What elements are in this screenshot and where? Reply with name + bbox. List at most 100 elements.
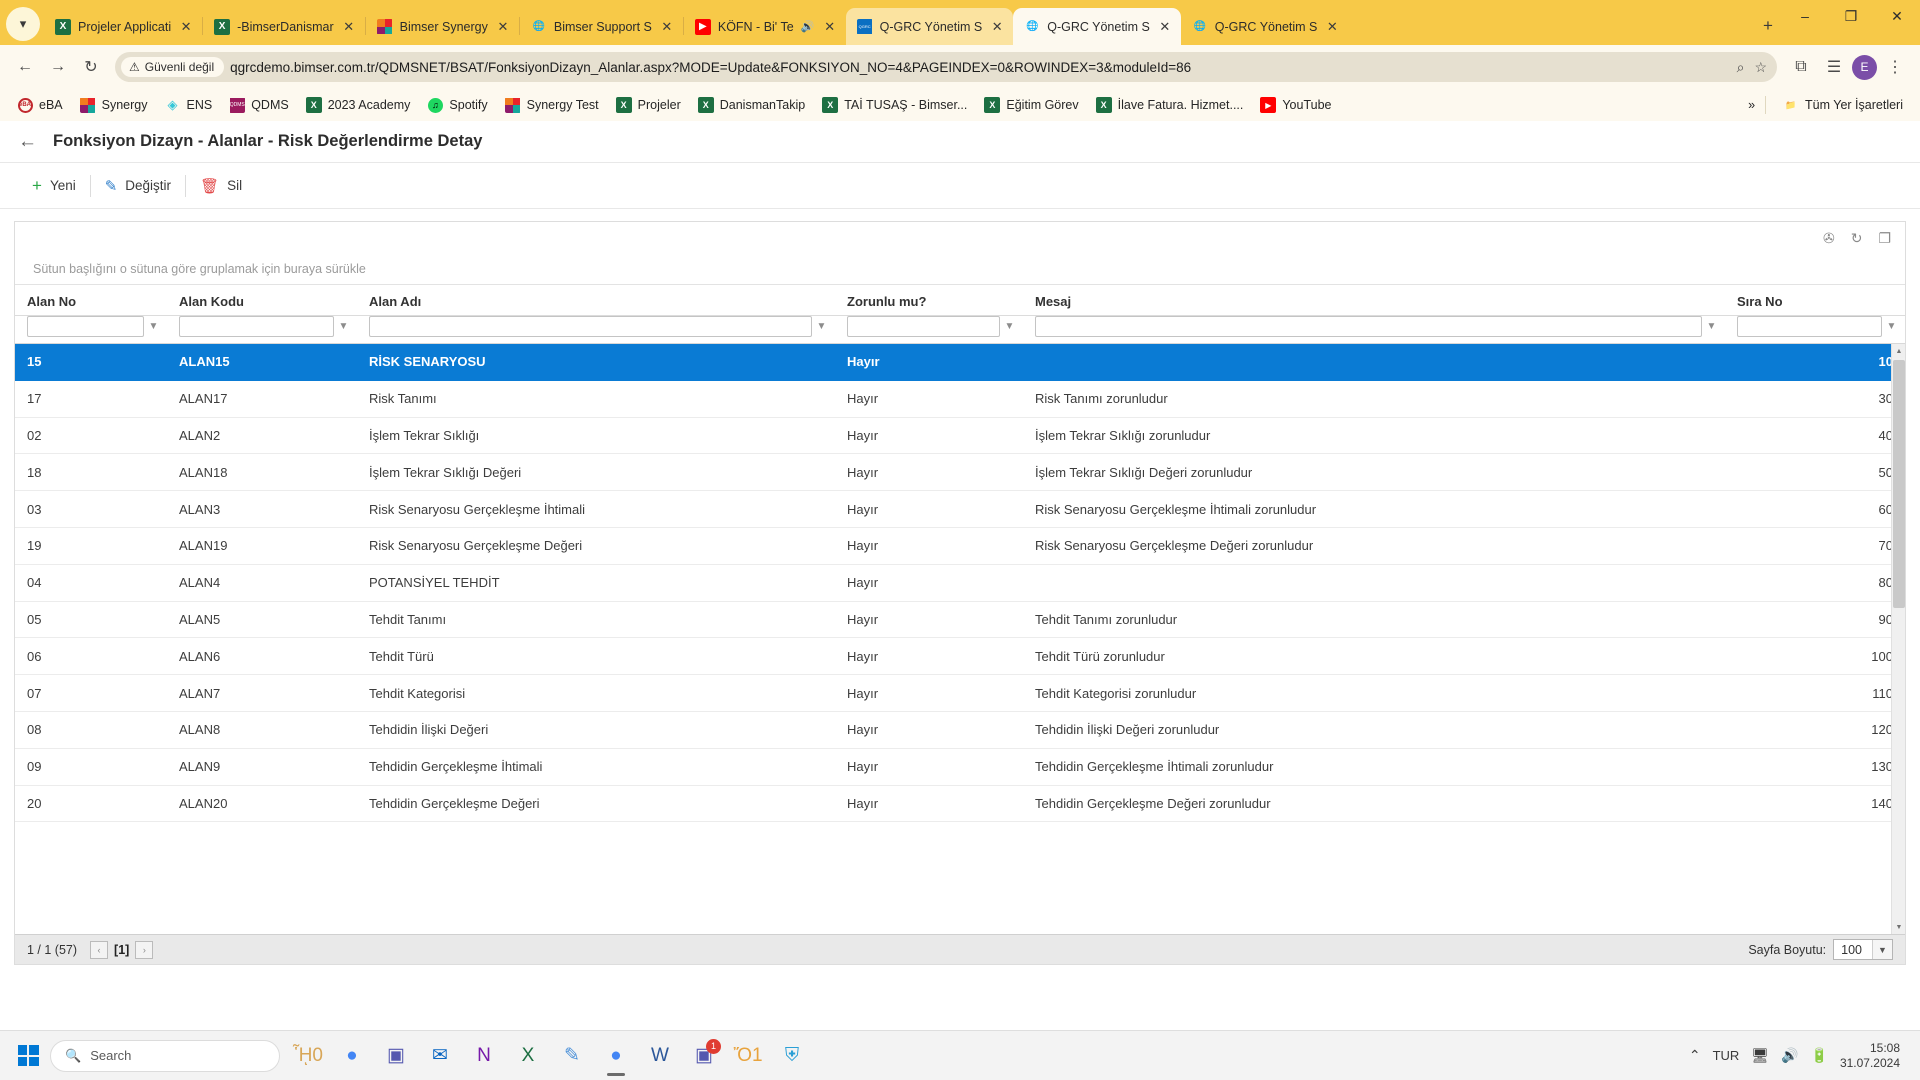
- profile-avatar[interactable]: E: [1852, 54, 1877, 80]
- bookmark-item[interactable]: Synergy: [73, 94, 155, 116]
- tab-close-icon[interactable]: ✕: [1324, 19, 1340, 35]
- bookmark-item[interactable]: X TAİ TUSAŞ - Bimser...: [815, 94, 974, 116]
- column-header-sira_no[interactable]: Sıra No: [1725, 285, 1905, 315]
- table-row[interactable]: 02 ALAN2 İşlem Tekrar Sıklığı Hayır İşlem Te…: [15, 418, 1905, 455]
- bookmark-item[interactable]: Synergy Test: [498, 94, 606, 116]
- browser-tab[interactable]: 🌐 Q-GRC Yönetim S ✕: [1013, 8, 1181, 45]
- bookmark-item[interactable]: X Eğitim Görev: [977, 94, 1085, 116]
- delete-button[interactable]: 🗑 Sil: [186, 172, 256, 200]
- browser-tab[interactable]: ▶ KÖFN - Bi' Te 🔊 ✕: [684, 8, 846, 45]
- table-row[interactable]: 09 ALAN9 Tehdidin Gerçekleşme İhtimali Hayı…: [15, 749, 1905, 786]
- tab-search-chevron-down-icon[interactable]: ▾: [6, 7, 40, 41]
- zoom-icon[interactable]: ⌕: [1737, 59, 1745, 76]
- filter-input-alan_kodu[interactable]: [179, 316, 334, 337]
- filter-input-mesaj[interactable]: [1035, 316, 1702, 337]
- chrome-icon[interactable]: ●: [330, 1034, 374, 1078]
- column-header-alan_kodu[interactable]: Alan Kodu: [167, 285, 357, 315]
- bookmark-item[interactable]: eBA eBA: [10, 94, 70, 116]
- teams-icon[interactable]: ▣: [374, 1034, 418, 1078]
- clear-filter-icon[interactable]: ✇: [1823, 230, 1835, 247]
- filter-input-zorunlu[interactable]: [847, 316, 1000, 337]
- table-row[interactable]: 17 ALAN17 Risk Tanımı Hayır Risk Tanımı zoru…: [15, 381, 1905, 418]
- tray-expand-chevron-icon[interactable]: ⌃: [1689, 1047, 1701, 1064]
- filter-dropdown-icon[interactable]: ▼: [338, 321, 349, 332]
- bookmark-item[interactable]: X 2023 Academy: [299, 94, 418, 116]
- bookmark-item[interactable]: QDMS QDMS: [222, 94, 296, 116]
- arrow-left-icon[interactable]: ←: [18, 131, 37, 153]
- site-security-badge[interactable]: ⚠ Güvenli değil: [121, 57, 225, 77]
- scroll-down-arrow-icon[interactable]: ▼: [1892, 920, 1905, 934]
- bookmark-star-icon[interactable]: ☆: [1754, 59, 1767, 76]
- forward-navigation-icon[interactable]: →: [43, 52, 73, 82]
- table-row[interactable]: 18 ALAN18 İşlem Tekrar Sıklığı Değeri Hayır…: [15, 454, 1905, 492]
- bookmarks-overflow-icon[interactable]: »: [1748, 98, 1755, 112]
- group-by-drop-area[interactable]: Sütun başlığını o sütuna göre gruplamak …: [15, 254, 1905, 284]
- filter-dropdown-icon[interactable]: ▼: [148, 321, 159, 332]
- tab-close-icon[interactable]: ✕: [659, 19, 675, 35]
- current-page-indicator[interactable]: [1]: [114, 943, 129, 957]
- bookmark-item[interactable]: X Projeler: [609, 94, 688, 116]
- extensions-icon[interactable]: ⧉: [1786, 52, 1816, 82]
- filter-dropdown-icon[interactable]: ▼: [816, 321, 827, 332]
- new-button[interactable]: + Yeni: [18, 171, 90, 201]
- file-explorer-icon[interactable]: Ὄ1: [726, 1034, 770, 1078]
- filter-dropdown-icon[interactable]: ▼: [1886, 321, 1897, 332]
- new-tab-button[interactable]: +: [1754, 12, 1782, 40]
- tab-close-icon[interactable]: ✕: [989, 19, 1005, 35]
- excel-icon[interactable]: X: [506, 1034, 550, 1078]
- table-row[interactable]: 08 ALAN8 Tehdidin İlişki Değeri Hayır Tehdid…: [15, 712, 1905, 749]
- table-row[interactable]: 15 ALAN15 RİSK SENARYOSU Hayır 10: [15, 344, 1905, 381]
- chevron-down-icon[interactable]: ▼: [1872, 940, 1892, 959]
- taskbar-search-box[interactable]: 🔍 Search: [50, 1039, 280, 1072]
- bookmark-item[interactable]: ▶ YouTube: [1253, 94, 1338, 116]
- clock[interactable]: 15:08 31.07.2024: [1840, 1041, 1900, 1071]
- table-row[interactable]: 03 ALAN3 Risk Senaryosu Gerçekleşme İhtima…: [15, 491, 1905, 528]
- address-bar[interactable]: ⚠ Güvenli değil qgrcdemo.bimser.com.tr/Q…: [115, 52, 1777, 82]
- minimize-button[interactable]: –: [1782, 0, 1828, 32]
- tab-close-icon[interactable]: ✕: [822, 19, 838, 35]
- export-icon[interactable]: ❐: [1878, 230, 1891, 247]
- bookmark-item[interactable]: ♫ Spotify: [420, 94, 494, 116]
- browser-tab[interactable]: X -BimserDanismar ✕: [203, 8, 365, 45]
- start-button[interactable]: [6, 1045, 50, 1066]
- scrollbar-thumb[interactable]: [1893, 360, 1905, 608]
- volume-icon[interactable]: 🔊: [1781, 1047, 1798, 1064]
- column-header-alan_adi[interactable]: Alan Adı: [357, 285, 835, 315]
- browser-tab[interactable]: QGRC Q-GRC Yönetim S ✕: [845, 8, 1014, 45]
- table-row[interactable]: 20 ALAN20 Tehdidin Gerçekleşme Değeri Hayır…: [15, 786, 1905, 823]
- onenote-icon[interactable]: N: [462, 1034, 506, 1078]
- filter-input-alan_no[interactable]: [27, 316, 144, 337]
- widgets-icon[interactable]: ᾟ0: [286, 1034, 330, 1078]
- table-row[interactable]: 06 ALAN6 Tehdit Türü Hayır Tehdit Türü zorun…: [15, 638, 1905, 676]
- teams-badge-icon[interactable]: ▣ 1: [682, 1034, 726, 1078]
- grid-vertical-scrollbar[interactable]: ▲ ▼: [1891, 344, 1905, 934]
- next-page-button[interactable]: ›: [135, 940, 154, 959]
- column-header-zorunlu[interactable]: Zorunlu mu?: [835, 285, 1023, 315]
- tab-audio-icon[interactable]: 🔊: [801, 20, 815, 33]
- filter-dropdown-icon[interactable]: ▼: [1004, 321, 1015, 332]
- tab-close-icon[interactable]: ✕: [495, 19, 511, 35]
- url-text[interactable]: qgrcdemo.bimser.com.tr/QDMSNET/BSAT/Fonk…: [230, 60, 1730, 75]
- outlook-icon[interactable]: ✉: [418, 1034, 462, 1078]
- page-size-select[interactable]: 100 ▼: [1833, 939, 1893, 960]
- battery-icon[interactable]: 🔋: [1811, 1047, 1828, 1064]
- tab-close-icon[interactable]: ✕: [178, 19, 194, 35]
- all-bookmarks-button[interactable]: 📁 Tüm Yer İşaretleri: [1776, 94, 1910, 116]
- language-indicator[interactable]: TUR: [1713, 1048, 1740, 1063]
- tab-close-icon[interactable]: ✕: [1157, 19, 1173, 35]
- back-navigation-icon[interactable]: ←: [10, 52, 40, 82]
- refresh-icon[interactable]: ↻: [1851, 230, 1863, 247]
- close-window-button[interactable]: ✕: [1874, 0, 1920, 32]
- notepad-icon[interactable]: ✎: [550, 1034, 594, 1078]
- edit-button[interactable]: ✎ Değiştir: [91, 172, 185, 200]
- reload-icon[interactable]: ↻: [76, 52, 106, 82]
- maximize-button[interactable]: ❐: [1828, 0, 1874, 32]
- chrome-menu-icon[interactable]: ⋮: [1880, 52, 1910, 82]
- browser-tab[interactable]: 🌐 Q-GRC Yönetim S ✕: [1181, 8, 1349, 45]
- filter-dropdown-icon[interactable]: ▼: [1706, 321, 1717, 332]
- table-row[interactable]: 05 ALAN5 Tehdit Tanımı Hayır Tehdit Tanımı z…: [15, 602, 1905, 639]
- filter-input-alan_adi[interactable]: [369, 316, 812, 337]
- bookmark-item[interactable]: X DanismanTakip: [691, 94, 812, 116]
- tab-close-icon[interactable]: ✕: [341, 19, 357, 35]
- column-header-alan_no[interactable]: Alan No: [15, 285, 167, 315]
